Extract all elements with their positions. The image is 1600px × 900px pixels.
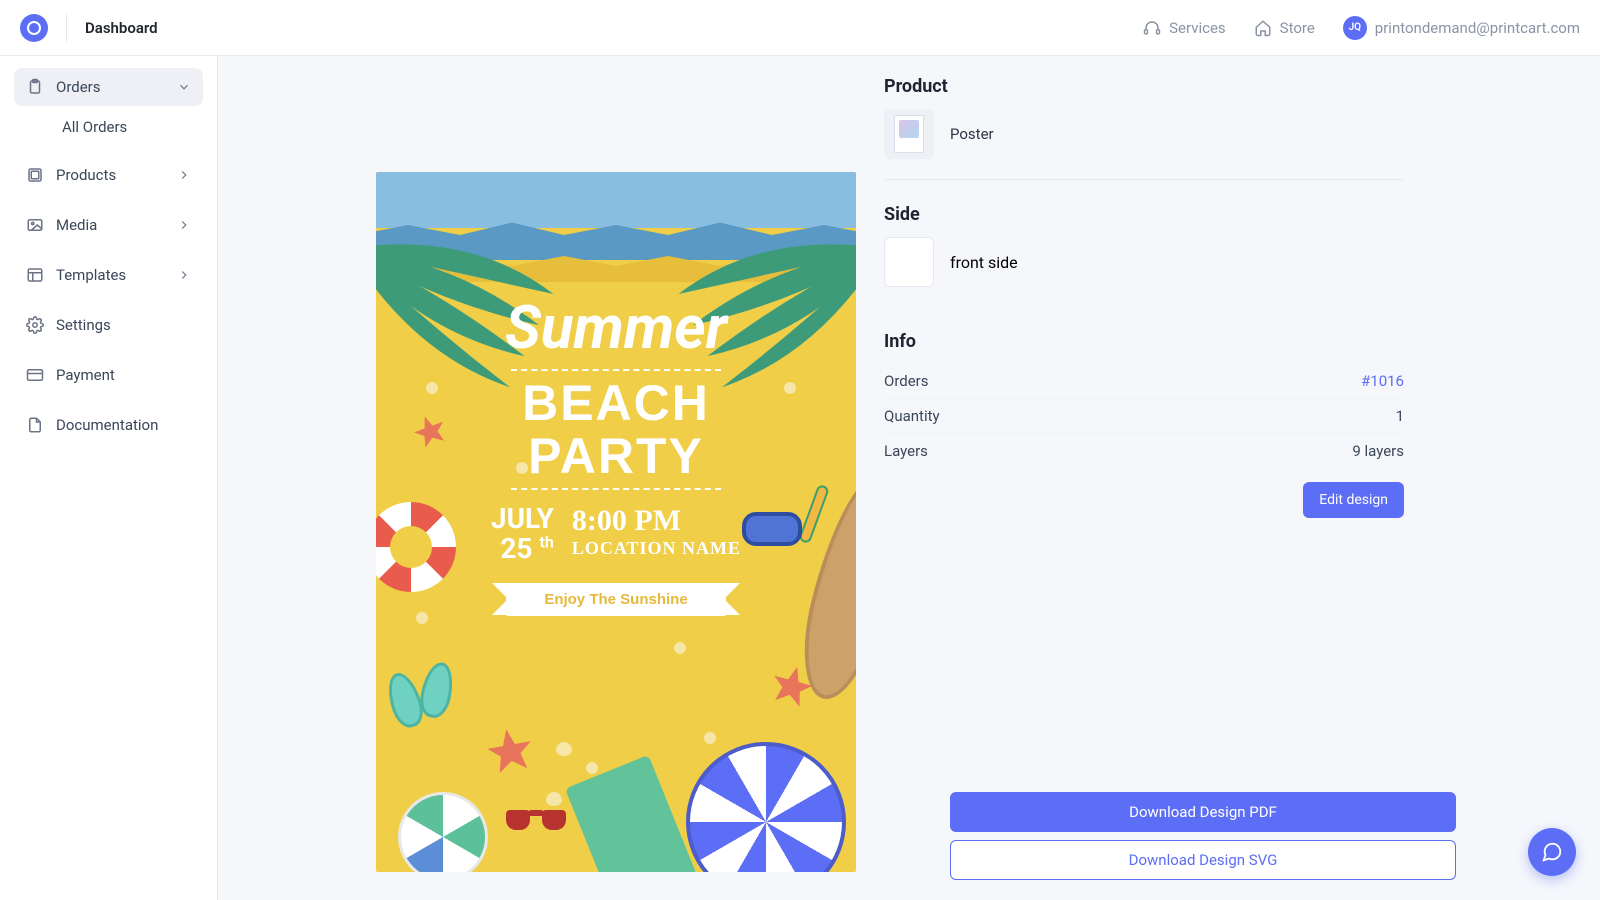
sidebar-orders-label: Orders bbox=[56, 78, 101, 96]
info-quantity-label: Quantity bbox=[884, 407, 940, 425]
download-buttons: Download Design PDF Download Design SVG bbox=[950, 792, 1456, 880]
card-icon bbox=[26, 366, 44, 384]
product-title: Product bbox=[884, 76, 1404, 97]
sidebar-item-payment[interactable]: Payment bbox=[14, 356, 203, 394]
info-orders-link[interactable]: #1016 bbox=[1361, 372, 1404, 390]
prop-towel bbox=[565, 755, 697, 872]
prop-snorkel bbox=[742, 502, 812, 552]
sidebar: Orders All Orders Products Media Templat… bbox=[0, 56, 218, 900]
image-icon bbox=[26, 216, 44, 234]
product-thumb bbox=[884, 109, 934, 159]
download-pdf-button[interactable]: Download Design PDF bbox=[950, 792, 1456, 832]
avatar: JQ bbox=[1343, 16, 1367, 40]
topbar: Dashboard Services Store JQ printondeman… bbox=[0, 0, 1600, 56]
side-name: front side bbox=[950, 253, 1018, 272]
headset-icon bbox=[1143, 19, 1161, 37]
topbar-right: Services Store JQ printondemand@printcar… bbox=[1143, 16, 1580, 40]
chat-button[interactable] bbox=[1528, 828, 1576, 876]
sidebar-item-templates[interactable]: Templates bbox=[14, 256, 203, 294]
info-layers-row: Layers 9 layers bbox=[884, 434, 1404, 468]
divider bbox=[66, 14, 67, 42]
chat-icon bbox=[1541, 841, 1563, 863]
file-icon bbox=[26, 416, 44, 434]
prop-sunglasses bbox=[506, 806, 566, 832]
side-title: Side bbox=[884, 204, 1404, 225]
poster-beach: BEACH bbox=[376, 377, 856, 430]
services-link[interactable]: Services bbox=[1143, 19, 1226, 37]
sidebar-settings-label: Settings bbox=[56, 316, 111, 334]
download-svg-button[interactable]: Download Design SVG bbox=[950, 840, 1456, 880]
store-link[interactable]: Store bbox=[1254, 19, 1315, 37]
info-layers-value: 9 layers bbox=[1352, 442, 1404, 460]
chevron-right-icon bbox=[177, 218, 191, 232]
info-orders-label: Orders bbox=[884, 372, 929, 390]
sidebar-item-media[interactable]: Media bbox=[14, 206, 203, 244]
gear-icon bbox=[26, 316, 44, 334]
edit-design-button[interactable]: Edit design bbox=[1303, 482, 1404, 518]
info-layers-label: Layers bbox=[884, 442, 928, 460]
sidebar-products-label: Products bbox=[56, 166, 116, 184]
sidebar-documentation-label: Documentation bbox=[56, 416, 158, 434]
poster-day: 25 bbox=[500, 532, 532, 565]
poster-line1: Summer bbox=[376, 292, 856, 363]
user-email: printondemand@printcart.com bbox=[1375, 19, 1580, 37]
prop-flipflops bbox=[390, 662, 470, 742]
prop-umbrella bbox=[686, 742, 846, 872]
sidebar-item-orders[interactable]: Orders bbox=[14, 68, 203, 106]
sidebar-item-settings[interactable]: Settings bbox=[14, 306, 203, 344]
main: Summer BEACH PARTY JULY 25 th 8:00 PM bbox=[218, 56, 1600, 900]
info-title: Info bbox=[884, 331, 1404, 352]
chevron-down-icon bbox=[177, 80, 191, 94]
poster-time: 8:00 PM bbox=[572, 504, 741, 538]
info-quantity-value: 1 bbox=[1396, 407, 1404, 425]
design-preview: Summer BEACH PARTY JULY 25 th 8:00 PM bbox=[236, 74, 856, 882]
chevron-right-icon bbox=[177, 268, 191, 282]
clipboard-icon bbox=[26, 78, 44, 96]
side-thumb bbox=[884, 237, 934, 287]
logo-icon bbox=[20, 14, 48, 42]
sidebar-item-all-orders[interactable]: All Orders bbox=[14, 106, 203, 144]
poster-ribbon: Enjoy The Sunshine bbox=[506, 583, 726, 616]
prop-beachball bbox=[398, 792, 488, 872]
product-name: Poster bbox=[950, 125, 994, 143]
store-label: Store bbox=[1280, 19, 1315, 37]
poster-canvas: Summer BEACH PARTY JULY 25 th 8:00 PM bbox=[376, 172, 856, 872]
brand: Dashboard bbox=[20, 14, 158, 42]
layout-icon bbox=[26, 266, 44, 284]
sidebar-item-products[interactable]: Products bbox=[14, 156, 203, 194]
package-icon bbox=[26, 166, 44, 184]
poster-location: LOCATION NAME bbox=[572, 538, 741, 559]
user-badge[interactable]: JQ printondemand@printcart.com bbox=[1343, 16, 1580, 40]
prop-starfish bbox=[482, 723, 538, 779]
poster-month: JULY bbox=[491, 502, 554, 535]
detail-panel: Product Poster Side front side Info Orde… bbox=[884, 74, 1404, 882]
chevron-right-icon bbox=[177, 168, 191, 182]
info-quantity-row: Quantity 1 bbox=[884, 399, 1404, 434]
sidebar-item-documentation[interactable]: Documentation bbox=[14, 406, 203, 444]
services-label: Services bbox=[1169, 19, 1226, 37]
home-icon bbox=[1254, 19, 1272, 37]
info-orders-row: Orders #1016 bbox=[884, 364, 1404, 399]
sidebar-payment-label: Payment bbox=[56, 366, 115, 384]
app-title: Dashboard bbox=[85, 19, 158, 37]
side-row[interactable]: front side bbox=[884, 237, 1404, 307]
sidebar-templates-label: Templates bbox=[56, 266, 126, 284]
sidebar-media-label: Media bbox=[56, 216, 97, 234]
product-row[interactable]: Poster bbox=[884, 109, 1404, 180]
poster-suffix: th bbox=[540, 533, 554, 552]
